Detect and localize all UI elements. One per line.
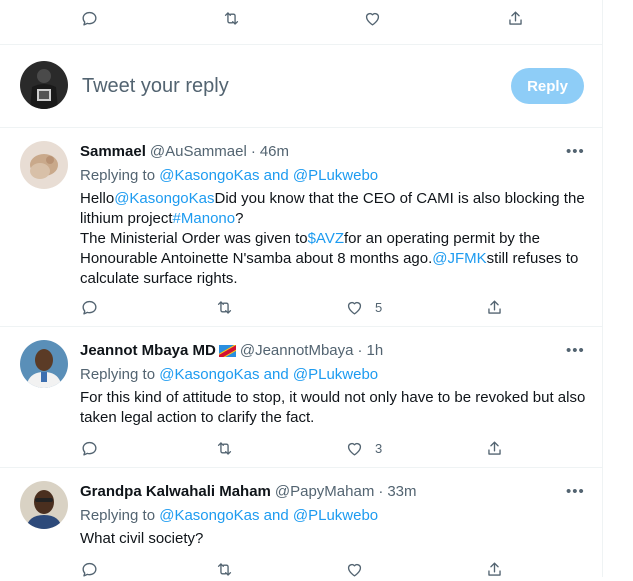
- tweet-text-segment: ?: [235, 210, 244, 227]
- replying-to-link[interactable]: @KasongoKas and @PLukwebo: [159, 507, 378, 524]
- reply-icon: [82, 441, 97, 456]
- conversation-column: Tweet your reply Reply Sammael @AuSammae…: [0, 0, 603, 577]
- tweet-header: Jeannot Mbaya MD @JeannotMbaya · 1h: [80, 342, 384, 359]
- author-handle[interactable]: @PapyMaham: [275, 483, 374, 500]
- tweet-actions: [0, 557, 602, 581]
- retweet-icon: [217, 441, 232, 455]
- share-action[interactable]: [506, 6, 525, 30]
- avatar[interactable]: [20, 141, 68, 189]
- tweet-text: For this kind of attitude to stop, it wo…: [80, 388, 590, 428]
- more-options-icon[interactable]: •••: [566, 342, 585, 359]
- avatar[interactable]: [20, 340, 68, 388]
- tweet-text-segment: The Ministerial Order was given to: [80, 230, 308, 247]
- reply-input[interactable]: Tweet your reply: [82, 75, 229, 98]
- tweet-header: Sammael @AuSammael · 46m: [80, 143, 289, 160]
- retweet-icon: [224, 11, 239, 25]
- replying-to: Replying to @KasongoKas and @PLukwebo: [80, 167, 378, 184]
- reply-action[interactable]: [80, 557, 99, 581]
- replying-to-link[interactable]: @KasongoKas and @PLukwebo: [159, 366, 378, 383]
- reply-action[interactable]: [80, 6, 99, 30]
- replying-to-link[interactable]: @KasongoKas and @PLukwebo: [159, 167, 378, 184]
- tweet-link[interactable]: #Manono: [173, 210, 236, 227]
- share-icon: [509, 10, 522, 25]
- retweet-action[interactable]: [215, 436, 234, 460]
- author-handle[interactable]: @JeannotMbaya: [240, 342, 354, 359]
- share-icon: [488, 299, 501, 314]
- tweet-text-segment: For this kind of attitude to stop, it wo…: [80, 389, 586, 426]
- retweet-icon: [217, 300, 232, 314]
- replying-to: Replying to @KasongoKas and @PLukwebo: [80, 366, 378, 383]
- more-options-icon[interactable]: •••: [566, 143, 585, 160]
- page-margin: [603, 0, 633, 577]
- share-icon: [488, 440, 501, 455]
- reply-composer: Tweet your reply Reply: [0, 45, 602, 127]
- retweet-action[interactable]: [215, 557, 234, 581]
- author-handle[interactable]: @AuSammael: [150, 143, 247, 160]
- like-action[interactable]: [363, 6, 382, 30]
- replying-prefix: Replying to: [80, 167, 160, 184]
- tweet-link[interactable]: $AVZ: [308, 230, 344, 247]
- share-action[interactable]: [485, 557, 504, 581]
- reply-action[interactable]: [80, 436, 99, 460]
- tweet-time[interactable]: 33m: [387, 483, 416, 500]
- heart-icon: [347, 563, 362, 577]
- like-count: 5: [375, 299, 383, 315]
- replying-prefix: Replying to: [80, 366, 160, 383]
- like-count: 3: [375, 440, 383, 456]
- reply-tweet[interactable]: Grandpa Kalwahali Maham @PapyMaham · 33m…: [0, 467, 602, 577]
- heart-icon: [365, 12, 380, 26]
- heart-icon: [347, 442, 362, 456]
- reply-button[interactable]: Reply: [511, 68, 584, 104]
- tweet-link[interactable]: @JFMK: [432, 250, 486, 267]
- reply-action[interactable]: [80, 295, 99, 319]
- parent-tweet-actions: [0, 6, 602, 30]
- reply-icon: [82, 562, 97, 577]
- avatar[interactable]: [20, 481, 68, 529]
- replying-prefix: Replying to: [80, 507, 160, 524]
- retweet-action[interactable]: [215, 295, 234, 319]
- like-action[interactable]: 5: [345, 295, 382, 319]
- share-icon: [488, 561, 501, 576]
- share-action[interactable]: [485, 436, 504, 460]
- author-name[interactable]: Jeannot Mbaya MD: [80, 342, 216, 359]
- reply-icon: [82, 11, 97, 26]
- retweet-icon: [217, 562, 232, 576]
- share-action[interactable]: [485, 295, 504, 319]
- author-name[interactable]: Sammael: [80, 143, 146, 160]
- tweet-time[interactable]: 46m: [260, 143, 289, 160]
- reply-icon: [82, 300, 97, 315]
- heart-icon: [347, 301, 362, 315]
- like-action[interactable]: 3: [345, 436, 382, 460]
- retweet-action[interactable]: [222, 6, 241, 30]
- more-options-icon[interactable]: •••: [566, 483, 585, 500]
- tweet-text-segment: What civil society?: [80, 530, 204, 547]
- reply-tweet[interactable]: Sammael @AuSammael · 46m ••• Replying to…: [0, 127, 602, 325]
- tweet-text: What civil society?: [80, 529, 590, 549]
- tweet-link[interactable]: @KasongoKas: [114, 190, 214, 207]
- tweet-time[interactable]: 1h: [367, 342, 384, 359]
- user-avatar[interactable]: [20, 61, 68, 109]
- author-name[interactable]: Grandpa Kalwahali Maham: [80, 483, 271, 500]
- replying-to: Replying to @KasongoKas and @PLukwebo: [80, 507, 378, 524]
- tweet-text: Hello@KasongoKasDid you know that the CE…: [80, 189, 590, 289]
- tweet-header: Grandpa Kalwahali Maham @PapyMaham · 33m: [80, 483, 417, 500]
- like-action[interactable]: [345, 557, 364, 581]
- tweet-actions: 3: [0, 436, 602, 460]
- tweet-text-segment: Hello: [80, 190, 115, 207]
- tweet-actions: 5: [0, 295, 602, 319]
- reply-tweet[interactable]: Jeannot Mbaya MD @JeannotMbaya · 1h ••• …: [0, 326, 602, 466]
- drc-flag-icon: [218, 344, 236, 357]
